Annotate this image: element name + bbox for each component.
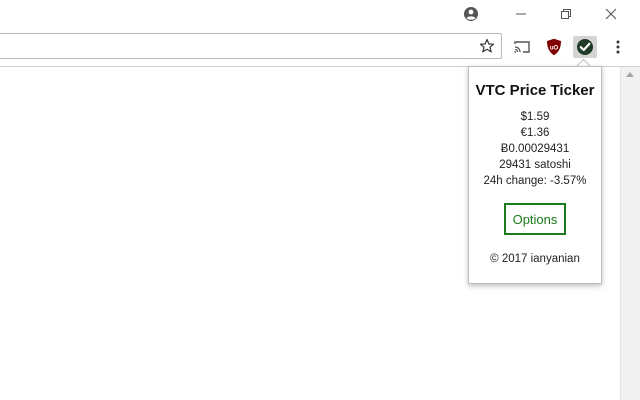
ublock-label: uO <box>550 46 559 52</box>
vtc-ticker-extension-button[interactable] <box>573 36 597 58</box>
minimize-icon[interactable] <box>510 4 532 24</box>
price-change-24h: 24h change: -3.57% <box>483 175 587 187</box>
menu-dots-icon[interactable] <box>606 36 630 58</box>
close-icon[interactable] <box>600 4 622 24</box>
browser-window: uO VTC Price Ticker $1.59 €1.36 Ƀ0.00029… <box>0 0 640 400</box>
title-bar <box>0 0 640 28</box>
vtc-price-ticker-popup: VTC Price Ticker $1.59 €1.36 Ƀ0.00029431… <box>468 66 602 284</box>
price-satoshi: 29431 satoshi <box>499 159 571 171</box>
address-bar[interactable] <box>0 33 502 59</box>
ublock-icon[interactable]: uO <box>542 36 566 58</box>
cast-icon[interactable] <box>510 36 534 58</box>
restore-icon[interactable] <box>555 4 577 24</box>
browser-toolbar: uO <box>0 28 640 67</box>
price-list: $1.59 €1.36 Ƀ0.00029431 29431 satoshi 24… <box>469 109 601 189</box>
copyright-text: © 2017 ianyanian <box>490 253 580 265</box>
account-icon[interactable] <box>460 4 482 24</box>
vertical-scrollbar[interactable] <box>620 67 640 400</box>
price-eur: €1.36 <box>520 127 550 139</box>
star-icon[interactable] <box>478 37 496 55</box>
popup-title: VTC Price Ticker <box>475 82 595 99</box>
scroll-up-arrow-icon[interactable] <box>626 72 634 77</box>
options-button[interactable]: Options <box>504 203 566 235</box>
price-usd: $1.59 <box>520 111 550 123</box>
vtc-check-icon <box>576 38 594 56</box>
price-btc: Ƀ0.00029431 <box>500 143 570 155</box>
